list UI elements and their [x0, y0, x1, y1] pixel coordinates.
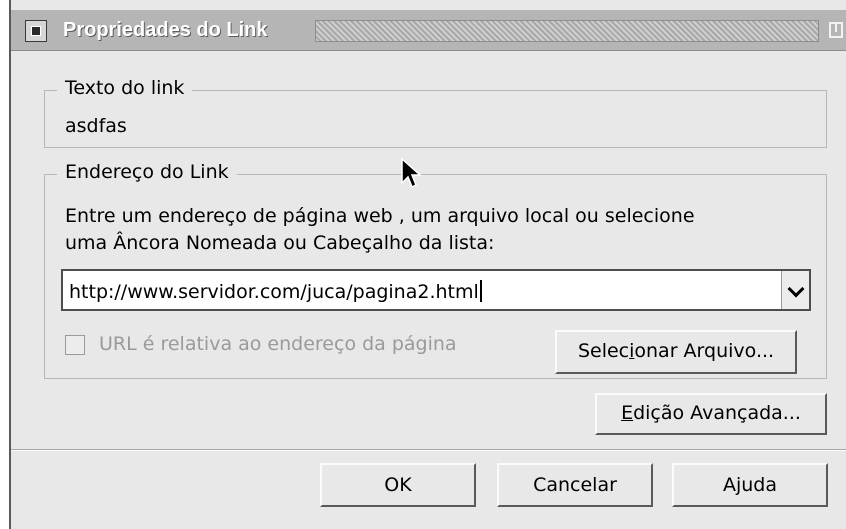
url-value: http://www.servidor.com/juca/pagina2.htm… [69, 281, 479, 303]
cancel-label: Cancelar [533, 474, 617, 496]
relative-url-label: URL é relativa ao endereço da página [99, 333, 457, 355]
ok-label: OK [384, 474, 412, 496]
link-text-legend: Texto do link [57, 77, 193, 99]
help-button[interactable]: Ajuda [672, 463, 828, 507]
link-address-legend: Endereço do Link [57, 161, 237, 183]
select-file-button[interactable]: Selecionar Arquivo... [555, 330, 797, 374]
link-text-group: Texto do link asdfas [44, 77, 827, 148]
maximize-icon[interactable] [827, 20, 845, 42]
help-label: Ajuda [722, 474, 778, 496]
url-combobox[interactable]: http://www.servidor.com/juca/pagina2.htm… [61, 269, 811, 311]
dialog-title: Propriedades do Link [63, 19, 268, 41]
relative-url-checkbox[interactable] [65, 335, 85, 355]
advanced-edit-button[interactable]: Edição Avançada... [595, 393, 827, 435]
description-line-1: Entre um endereço de página web , um arq… [65, 205, 695, 227]
maximize-icon-box [829, 22, 843, 38]
select-file-label-start: Selec [577, 340, 630, 362]
link-address-description: Entre um endereço de página web , um arq… [65, 203, 695, 257]
description-line-2: uma Âncora Nomeada ou Cabeçalho da lista… [65, 232, 495, 254]
cancel-button[interactable]: Cancelar [497, 463, 653, 507]
mouse-cursor-icon [401, 157, 422, 189]
text-caret [479, 280, 482, 302]
window-menu-dot [31, 26, 41, 36]
advanced-edit-accelerator: E [621, 402, 634, 424]
ok-button[interactable]: OK [320, 463, 476, 507]
link-properties-dialog: Propriedades do Link Texto do link asdfa… [9, 0, 846, 529]
title-bar-drag-area[interactable] [315, 20, 819, 42]
url-dropdown-button[interactable] [781, 271, 809, 309]
title-bar[interactable]: Propriedades do Link [11, 10, 846, 51]
select-file-label-end: onar Arquivo... [634, 340, 775, 362]
window-menu-icon[interactable] [25, 20, 47, 42]
link-text-value: asdfas [65, 115, 127, 137]
url-input[interactable]: http://www.servidor.com/juca/pagina2.htm… [69, 280, 482, 303]
advanced-edit-label: dição Avançada... [633, 402, 801, 424]
chevron-down-icon [787, 280, 805, 298]
dialog-separator [11, 449, 846, 451]
